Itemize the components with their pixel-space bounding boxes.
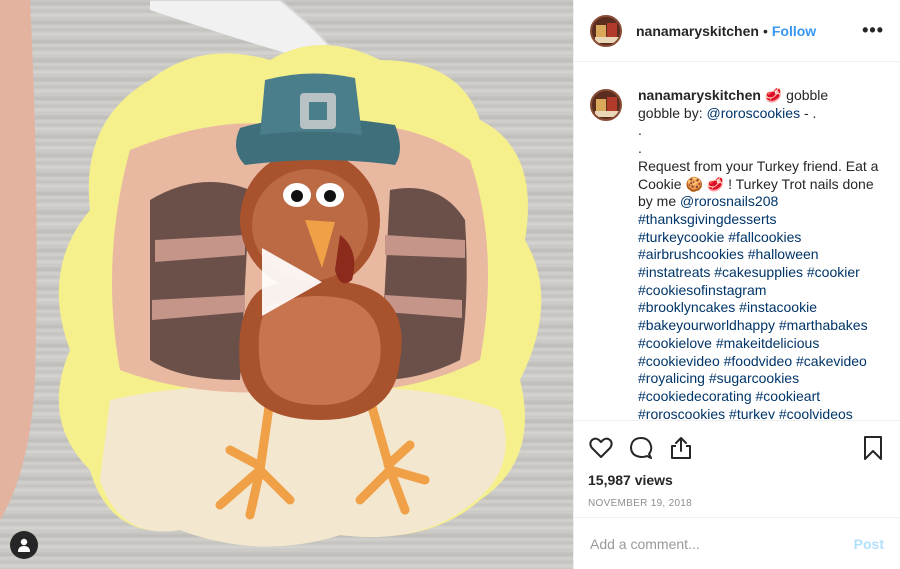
- more-options-icon[interactable]: •••: [862, 20, 884, 41]
- play-icon: [262, 248, 322, 316]
- separator-dot: •: [762, 22, 768, 39]
- caption-row: nanamaryskitchen 🥩 gobble gobble by: @ro…: [590, 87, 884, 419]
- hashtag-line[interactable]: #cookievideo #foodvideo #cakevideo: [638, 353, 884, 371]
- mention-link-roroscookies[interactable]: @roroscookies: [707, 105, 801, 121]
- hashtag-line[interactable]: #cookiesofinstagram: [638, 282, 884, 300]
- caption-username-link[interactable]: nanamaryskitchen: [638, 87, 761, 103]
- hashtag-line[interactable]: #instatreats #cakesupplies #cookier: [638, 264, 884, 282]
- post-header: nanamaryskitchen • Follow •••: [574, 0, 900, 62]
- hashtag-line[interactable]: #bakeyourworldhappy #marthabakes: [638, 317, 884, 335]
- caption-dash: - .: [800, 104, 817, 121]
- caption-dot-line: .: [638, 122, 642, 139]
- play-button[interactable]: [246, 240, 330, 324]
- view-count[interactable]: 15,987 views: [588, 472, 886, 488]
- caption-scroll-area[interactable]: nanamaryskitchen 🥩 gobble gobble by: @ro…: [574, 63, 900, 419]
- comment-input[interactable]: [590, 535, 854, 552]
- post-actions: 15,987 views NOVEMBER 19, 2018: [574, 420, 900, 509]
- post-date[interactable]: NOVEMBER 19, 2018: [588, 498, 886, 509]
- post-video[interactable]: [0, 0, 573, 569]
- caption-dot-line: .: [638, 140, 642, 157]
- mention-link-rorosnails208[interactable]: @rorosnails208: [680, 193, 778, 209]
- share-icon[interactable]: [668, 435, 694, 461]
- hashtag-line[interactable]: #cookielove #makeitdelicious: [638, 335, 884, 353]
- follow-button[interactable]: Follow: [772, 23, 816, 39]
- caption-avatar[interactable]: [590, 89, 622, 121]
- hashtag-line[interactable]: #cookiedecorating #cookieart: [638, 388, 884, 406]
- post-comment-button[interactable]: Post: [854, 536, 884, 552]
- hashtag-line[interactable]: #turkeycookie #fallcookies: [638, 229, 884, 247]
- comment-form: Post: [574, 517, 900, 569]
- comment-icon[interactable]: [628, 435, 654, 461]
- hashtag-line[interactable]: #roroscookies #turkey #coolvideos: [638, 406, 884, 419]
- avatar[interactable]: [590, 14, 622, 47]
- action-icons-row: [588, 433, 886, 463]
- heart-icon[interactable]: [588, 435, 614, 461]
- hashtag-line[interactable]: #brooklyncakes #instacookie: [638, 299, 884, 317]
- username-link[interactable]: nanamaryskitchen: [636, 23, 759, 39]
- hashtag-line[interactable]: #thanksgivingdesserts: [638, 211, 884, 229]
- bookmark-icon[interactable]: [860, 435, 886, 461]
- post-side-panel: nanamaryskitchen • Follow ••• nanamarysk…: [573, 0, 900, 569]
- caption-by-text: gobble by:: [638, 104, 707, 121]
- tagged-users-button[interactable]: [10, 531, 38, 559]
- caption-text: nanamaryskitchen 🥩 gobble gobble by: @ro…: [638, 87, 884, 419]
- hashtag-line[interactable]: #airbrushcookies #halloween: [638, 246, 884, 264]
- caption-text-start: 🥩 gobble: [760, 87, 829, 103]
- user-icon: [18, 538, 30, 552]
- hashtag-line[interactable]: #royalicing #sugarcookies: [638, 370, 884, 388]
